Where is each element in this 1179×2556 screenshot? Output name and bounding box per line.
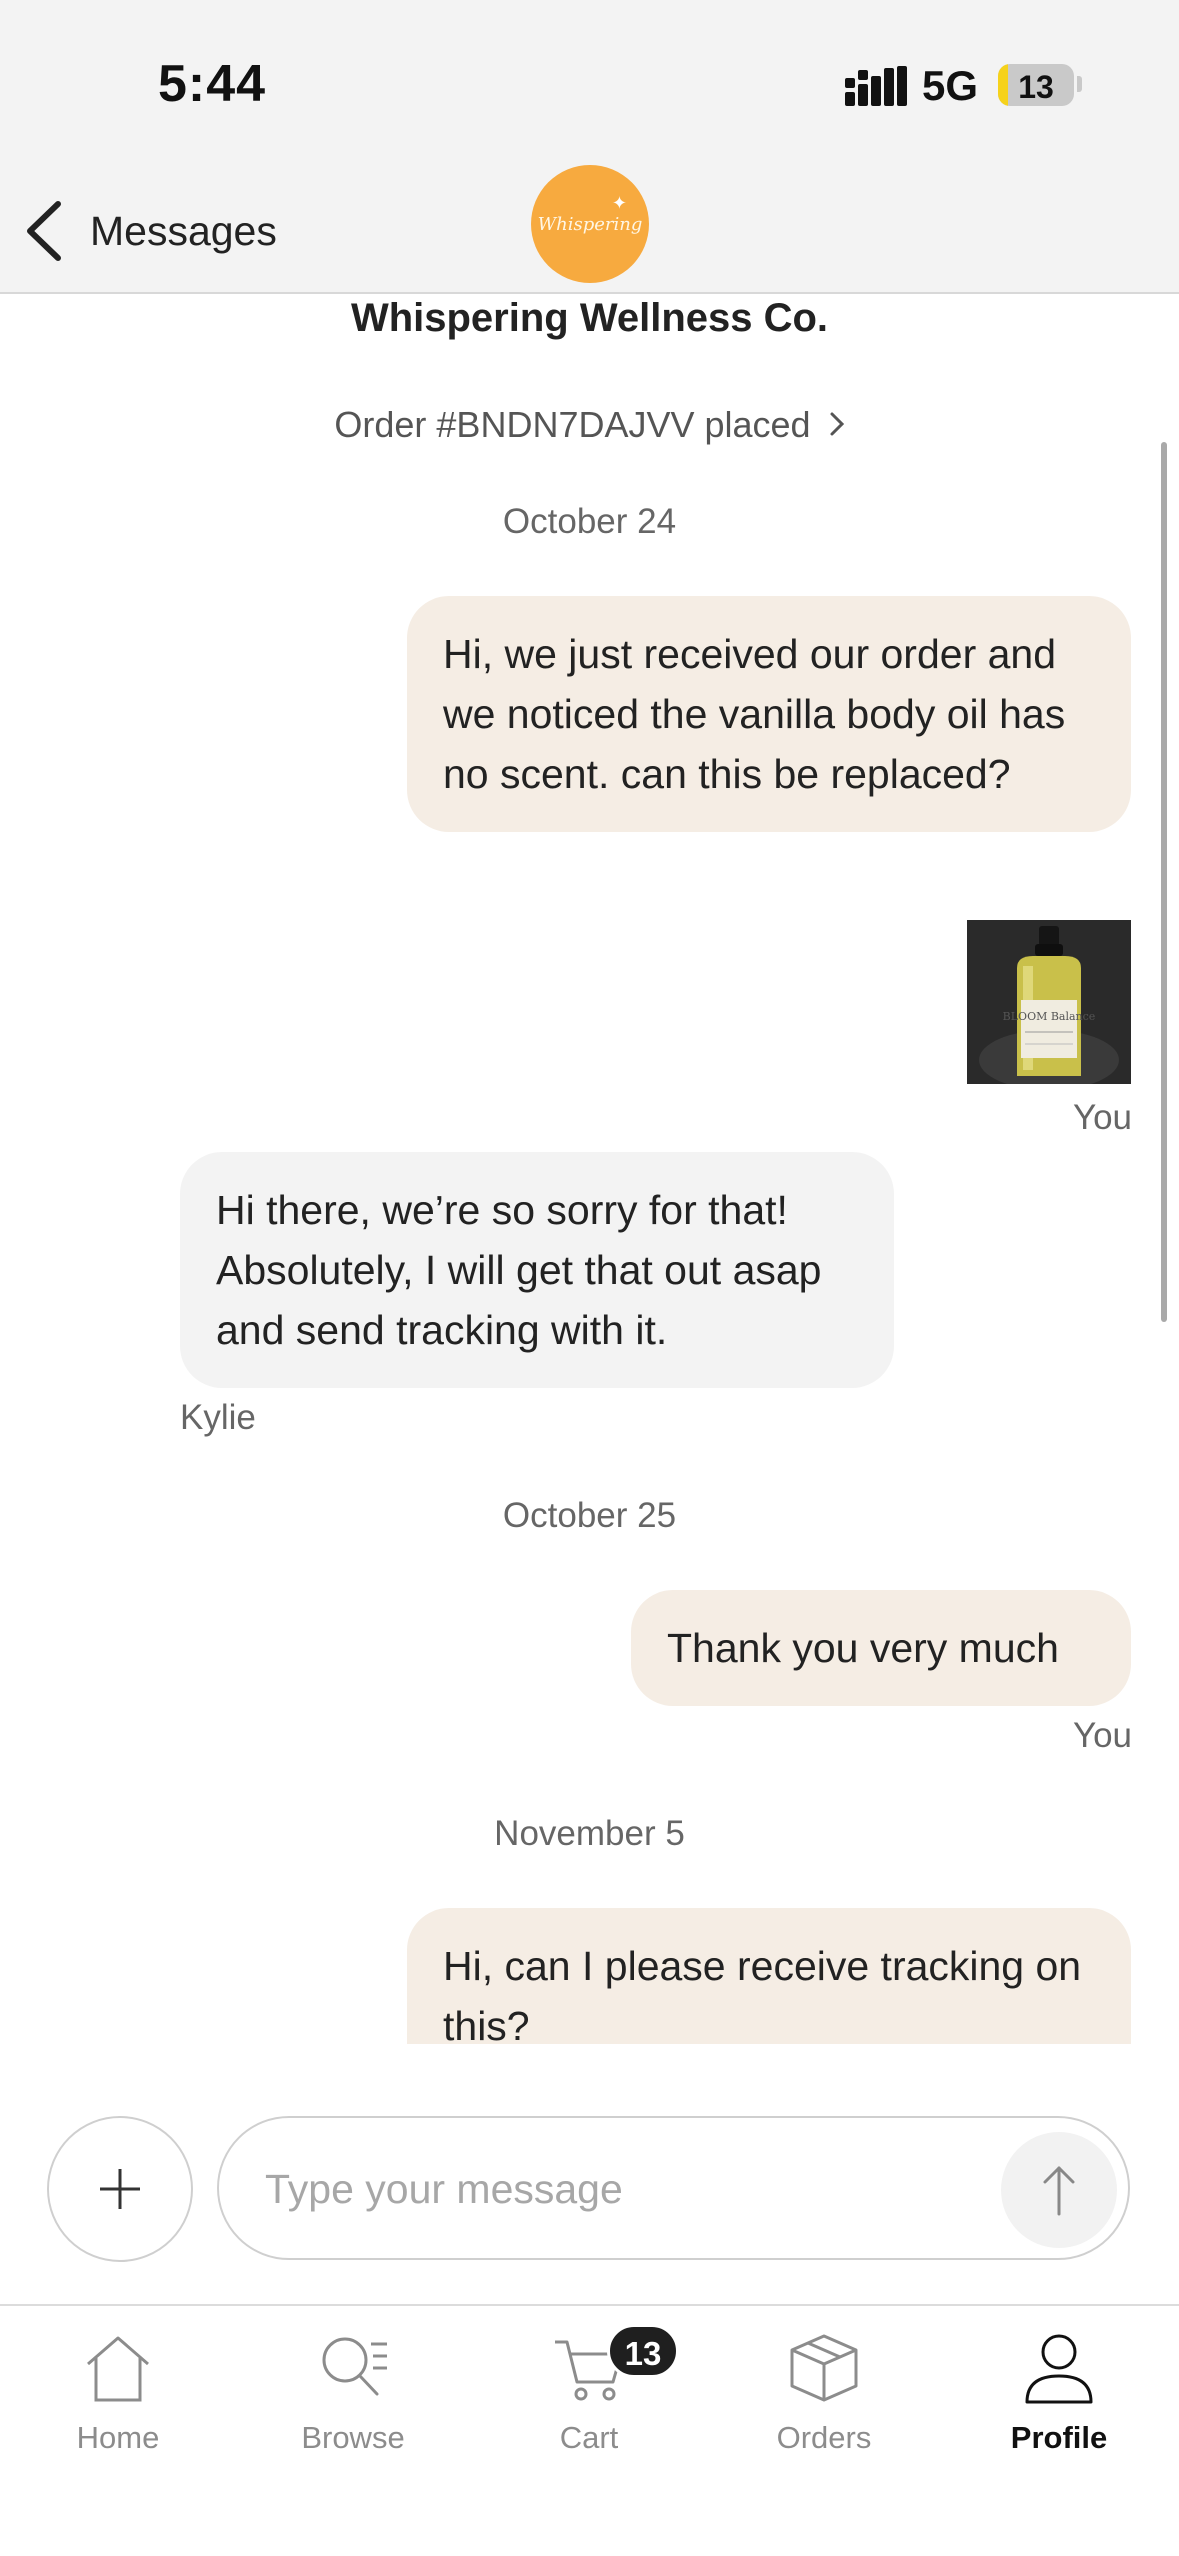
order-link[interactable]: Order #BNDN7DAJVV placed (0, 404, 1179, 446)
message-bubble-outgoing[interactable]: Hi, we just received our order and we no… (407, 596, 1131, 832)
shop-name: Whispering Wellness Co. (350, 296, 829, 340)
tab-home[interactable]: Home (18, 2330, 218, 2480)
cart-count-badge: 13 (607, 2324, 679, 2378)
tab-profile[interactable]: Profile (959, 2330, 1159, 2480)
sender-label: Kylie (180, 1398, 256, 1437)
battery-tip (1077, 76, 1082, 92)
tab-label: Orders (776, 2420, 872, 2455)
message-bubble-outgoing[interactable]: Thank you very much (631, 1590, 1131, 1706)
date-divider: October 24 (502, 502, 677, 541)
message-photo-attachment[interactable]: BLOOM Balance (967, 920, 1131, 1084)
browse-icon (322, 2337, 387, 2396)
message-thread[interactable]: Whispering Wellness Co. Order #BNDN7DAJV… (0, 296, 1179, 2044)
plus-icon (100, 2169, 140, 2209)
message-bubble-outgoing[interactable]: Hi, can I please receive tracking on thi… (407, 1908, 1131, 2044)
shop-avatar[interactable]: Whispering ✦ (531, 165, 649, 283)
tab-label: Home (76, 2420, 160, 2455)
back-label: Messages (90, 207, 277, 254)
arrow-up-icon (1043, 2166, 1075, 2216)
tab-label: Cart (559, 2420, 619, 2455)
date-divider: November 5 (494, 1814, 685, 1853)
box-icon (790, 2334, 858, 2402)
body-oil-bottle-photo: BLOOM Balance (967, 920, 1131, 1084)
conversation-header: Messages Whispering ✦ (0, 165, 1179, 294)
message-input[interactable] (265, 2158, 905, 2220)
tab-browse[interactable]: Browse (253, 2330, 453, 2480)
tab-label: Profile (1010, 2420, 1108, 2455)
person-icon (1025, 2334, 1093, 2404)
status-bar: 5:44 5G 13 (0, 0, 1179, 170)
tab-cart[interactable]: 13 Cart (489, 2324, 689, 2480)
chevron-left-icon (27, 201, 61, 261)
scrollbar[interactable] (1161, 442, 1167, 1322)
add-attachment-button[interactable] (47, 2116, 193, 2262)
home-icon (87, 2336, 149, 2402)
battery-percent: 13 (1018, 69, 1054, 105)
sparkle-icon: ✦ (611, 193, 627, 213)
send-button[interactable] (1001, 2132, 1117, 2248)
sender-label: You (1072, 1716, 1132, 1755)
back-button[interactable]: Messages (22, 196, 277, 266)
date-divider: October 25 (502, 1496, 677, 1535)
status-time: 5:44 (158, 55, 267, 113)
sender-label: You (1072, 1098, 1132, 1137)
chevron-right-icon (829, 404, 845, 446)
shop-logo-text: Whispering (537, 213, 643, 235)
message-bubble-incoming[interactable]: Hi there, we’re so sorry for that! Absol… (180, 1152, 894, 1388)
tab-bar: Home Browse 13 Cart Orders Profile (0, 2308, 1179, 2556)
message-composer (0, 2044, 1179, 2306)
cellular-signal-icon (845, 66, 907, 106)
message-field[interactable] (217, 2116, 1130, 2260)
tab-label: Browse (301, 2420, 405, 2455)
network-type: 5G (922, 62, 979, 109)
order-link-text: Order #BNDN7DAJVV placed (334, 404, 811, 445)
bottle-label-text: BLOOM Balance (1003, 1010, 1096, 1023)
tab-orders[interactable]: Orders (724, 2330, 924, 2480)
battery-icon: 13 (998, 64, 1074, 106)
